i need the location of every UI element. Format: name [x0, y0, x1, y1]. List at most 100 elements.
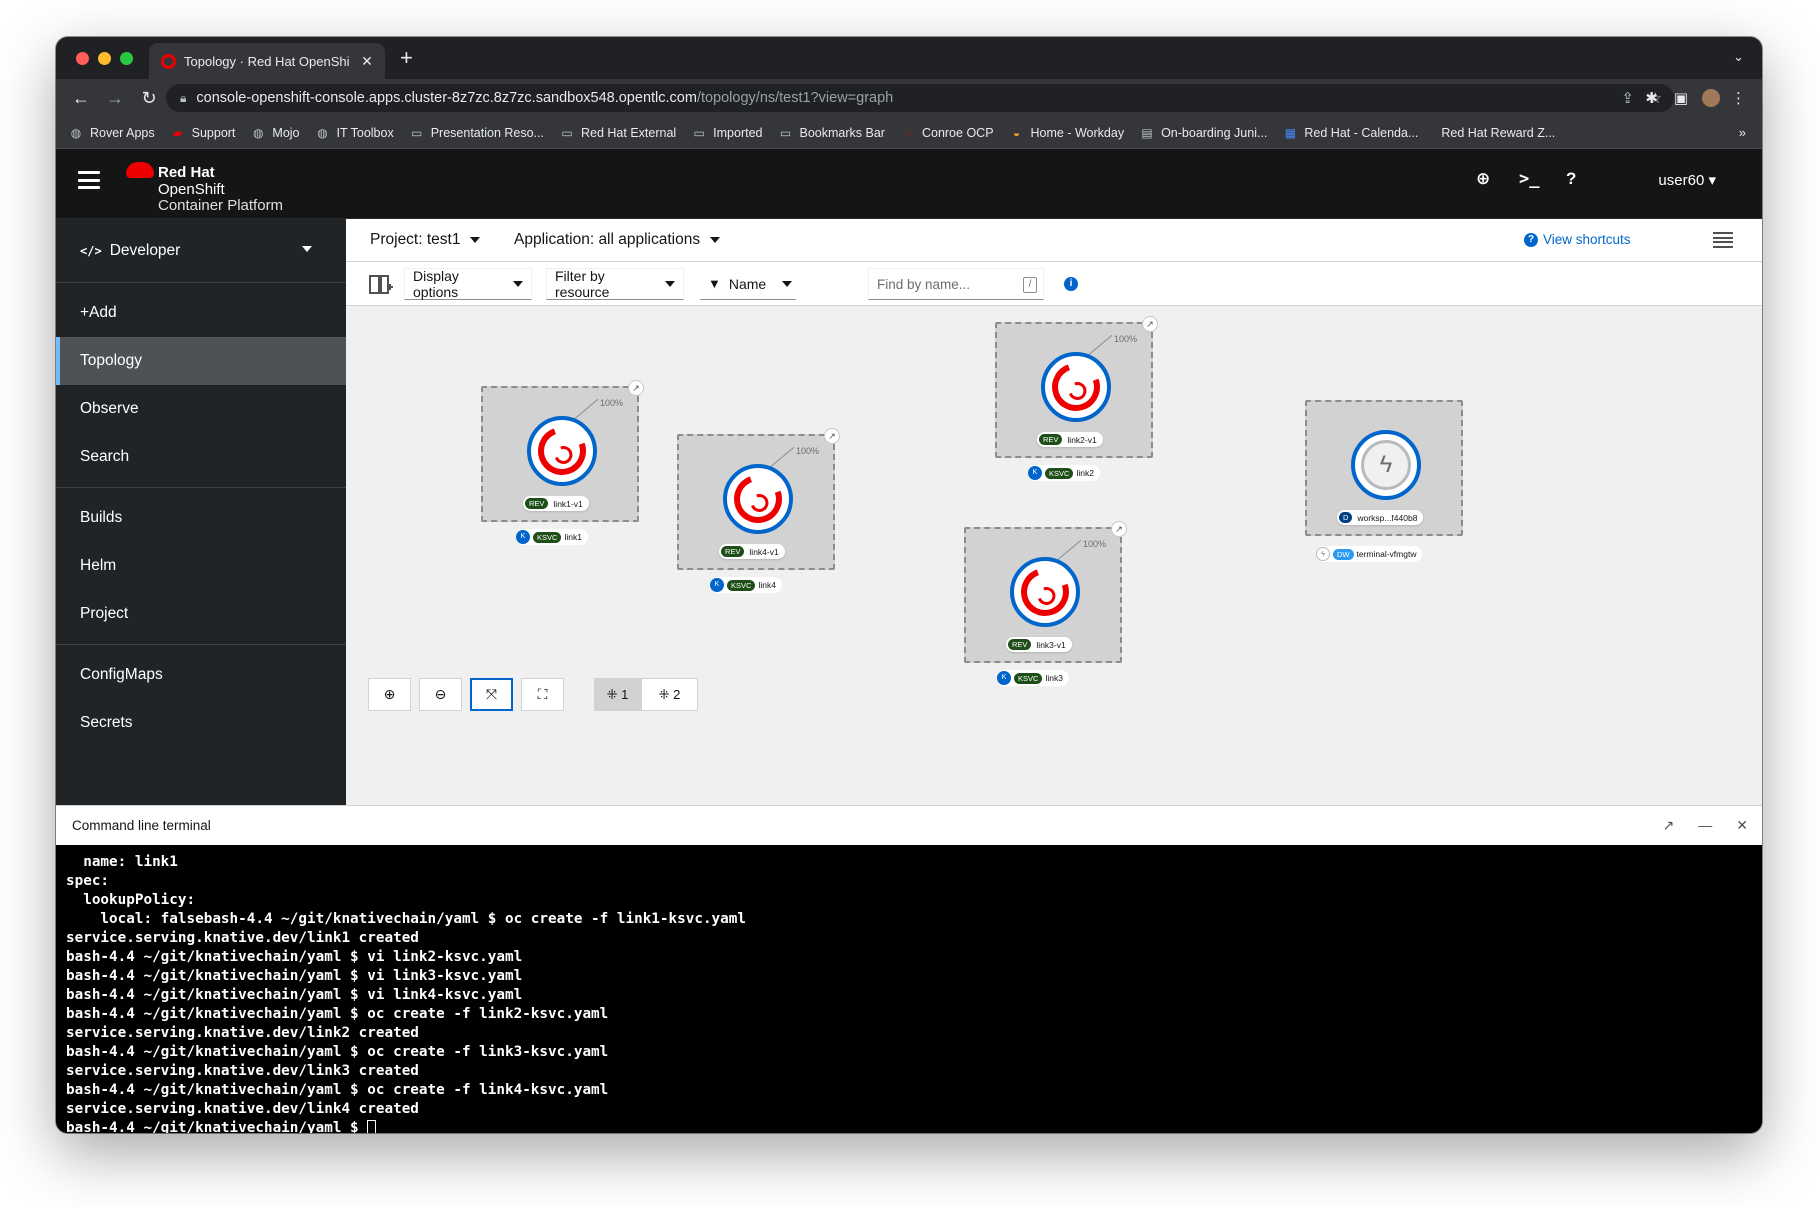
reset-view-icon[interactable]: ⛶ — [521, 678, 564, 711]
minimize-icon[interactable]: — — [1698, 817, 1712, 834]
user-menu[interactable]: user60 ▾ — [1658, 171, 1716, 189]
url-host: console-openshift-console.apps.cluster-8… — [196, 90, 697, 106]
reload-icon[interactable]: ↻ — [132, 88, 166, 109]
open-url-icon[interactable]: ↗ — [628, 380, 644, 396]
close-tab-icon[interactable]: ✕ — [357, 53, 377, 70]
sidebar-item-observe[interactable]: Observe — [56, 385, 346, 433]
ksvc-name: link3 — [1045, 673, 1063, 683]
hamburger-menu-icon[interactable] — [78, 171, 100, 189]
knative-revision-node[interactable]: ↗ 100% REV link2-v1 — [995, 316, 1158, 458]
layout-1-label: 1 — [621, 687, 629, 702]
application-selector[interactable]: Application: all applications — [514, 231, 721, 249]
terminal-line: service.serving.knative.dev/link4 create… — [66, 1100, 1752, 1119]
knative-revision-node[interactable]: ↗ 100% REV link4-v1 — [677, 428, 840, 570]
layout-icon: ⁜ — [658, 686, 670, 702]
terminal-line-text: bash-4.4 ~/git/knativechain/yaml $ vi li… — [66, 968, 523, 984]
sidebar-item-configmaps[interactable]: ConfigMaps — [56, 651, 346, 699]
display-options-dropdown[interactable]: Display options — [404, 268, 532, 300]
zoom-in-icon[interactable]: ⊕ — [368, 678, 411, 711]
terminal-output[interactable]: name: link1 spec: lookupPolicy: local: fa… — [56, 845, 1762, 1133]
terminal-icon[interactable]: >_ — [1519, 169, 1539, 189]
project-selector[interactable]: Project: test1 — [370, 231, 481, 249]
sidebar-item-project[interactable]: Project — [56, 590, 346, 638]
brand-line3: Container Platform — [158, 197, 284, 214]
bookmark-item[interactable]: ◍ Rover Apps — [68, 126, 155, 140]
open-url-icon[interactable]: ↗ — [1142, 316, 1158, 332]
knative-revision-node[interactable]: ↗ 100% REV link3-v1 — [964, 521, 1127, 663]
bookmark-item[interactable]: ▭ Presentation Reso... — [409, 126, 544, 140]
devworkspace-label[interactable]: ϟ DW terminal-vfmgtw — [1316, 546, 1423, 562]
bookmark-item[interactable]: ▤ On-boarding Juni... — [1139, 126, 1267, 140]
browser-tab[interactable]: Topology · Red Hat OpenShift Co ✕ — [149, 43, 385, 79]
menu-kebab-icon[interactable]: ⋮ — [1731, 89, 1746, 107]
zoom-out-icon[interactable]: ⊖ — [419, 678, 462, 711]
help-icon[interactable]: ? — [1566, 169, 1576, 189]
traffic-arrow — [770, 446, 795, 467]
bookmark-item[interactable]: ▭ Red Hat External — [559, 126, 676, 140]
dw-badge: DW — [1333, 548, 1354, 560]
main-content: Project: test1 Application: all applicat… — [346, 219, 1762, 805]
close-icon[interactable]: ✕ — [1736, 817, 1748, 834]
folder-icon: ▭ — [693, 125, 705, 140]
close-window-button[interactable] — [76, 52, 89, 65]
share-icon[interactable]: ⇪ — [1621, 89, 1634, 107]
question-circle-icon: ? — [1524, 232, 1538, 247]
minimize-window-button[interactable] — [98, 52, 111, 65]
forward-icon[interactable]: → — [98, 88, 132, 109]
extensions-icon[interactable]: ✱ — [1645, 89, 1658, 107]
knative-service-label[interactable]: K KSVC link2 — [1028, 465, 1100, 481]
knative-revision-node[interactable]: ↗ 100% REV link1-v1 — [481, 380, 644, 522]
open-in-new-tab-icon[interactable]: ↗ — [1663, 817, 1675, 834]
layout-1-button[interactable]: ⁜ 1 — [594, 678, 641, 711]
zoom-window-button[interactable] — [120, 52, 133, 65]
more-bookmarks-icon[interactable]: » — [1739, 125, 1746, 140]
bookmark-item[interactable]: ▰ Support — [170, 126, 235, 140]
tab-search-chevron-icon[interactable]: ⌄ — [1733, 49, 1744, 65]
back-icon[interactable]: ← — [64, 88, 98, 109]
bookmark-item[interactable]: ◒ Home - Workday — [1009, 126, 1124, 140]
application-label: Application: all applications — [514, 231, 701, 248]
view-shortcuts-link[interactable]: ? View shortcuts — [1524, 232, 1631, 247]
window-controls — [76, 52, 133, 65]
bookmark-item[interactable]: ▦ Red Hat - Calenda... — [1282, 126, 1419, 140]
name-filter-dropdown[interactable]: ▼ Name — [700, 268, 796, 300]
import-plus-icon[interactable]: ⊕ — [1476, 169, 1490, 189]
sidebar-item-add[interactable]: +Add — [56, 289, 346, 337]
sidebar-item-secrets[interactable]: Secrets — [56, 699, 346, 747]
workspace-node[interactable]: ϟ Dworksp...f440b8 — [1305, 400, 1463, 536]
perspective-switcher[interactable]: </> Developer — [56, 219, 346, 283]
sidebar-item-search[interactable]: Search — [56, 433, 346, 481]
layout-2-button[interactable]: ⁜ 2 — [641, 678, 698, 711]
info-circle-icon[interactable]: i — [1064, 277, 1078, 291]
rev-badge: REV — [1008, 639, 1032, 650]
quick-search-book-icon[interactable] — [368, 273, 394, 295]
sidebar-item-topology[interactable]: Topology — [56, 337, 346, 385]
bookmark-item[interactable]: ◌ Conroe OCP — [900, 126, 993, 140]
new-tab-button[interactable]: + — [400, 45, 413, 71]
workspace-name: worksp...f440b8 — [1357, 512, 1418, 523]
address-bar: ← → ↻ 🔒︎ console-openshift-console.apps.… — [56, 79, 1762, 117]
fit-to-screen-icon[interactable]: ⤧ — [470, 678, 513, 711]
terminal-line: name: link1 — [66, 853, 1752, 872]
bookmark-item[interactable]: ◍ Mojo — [250, 126, 299, 140]
bookmark-item[interactable]: ▭ Imported — [691, 125, 763, 140]
list-view-icon[interactable] — [1713, 232, 1733, 248]
bookmark-item[interactable]: ▭ Bookmarks Bar — [778, 126, 885, 140]
knative-service-label[interactable]: K KSVC link4 — [710, 577, 782, 593]
lock-icon: 🔒︎ — [180, 90, 187, 105]
url-input[interactable]: 🔒︎ console-openshift-console.apps.cluste… — [166, 84, 1674, 112]
sidebar-item-helm[interactable]: Helm — [56, 542, 346, 590]
bookmark-item[interactable]: ◍ IT Toolbox — [315, 126, 393, 140]
filter-by-resource-dropdown[interactable]: Filter by resource — [546, 268, 684, 300]
knative-service-label[interactable]: K KSVC link3 — [997, 670, 1069, 686]
sidebar-item-builds[interactable]: Builds — [56, 494, 346, 542]
sidepanel-icon[interactable]: ▣ — [1674, 89, 1688, 107]
open-url-icon[interactable]: ↗ — [824, 428, 840, 444]
revision-ring — [723, 464, 793, 534]
open-url-icon[interactable]: ↗ — [1111, 521, 1127, 537]
knative-service-label[interactable]: K KSVC link1 — [516, 529, 588, 545]
topology-canvas[interactable]: ϟ Dworksp...f440b8 ϟ DW terminal-vfmgtw … — [346, 306, 1762, 805]
find-by-name-input[interactable]: Find by name... / — [868, 268, 1044, 300]
bookmark-item[interactable]: Red Hat Reward Z... — [1441, 126, 1555, 140]
profile-avatar[interactable] — [1702, 89, 1720, 107]
